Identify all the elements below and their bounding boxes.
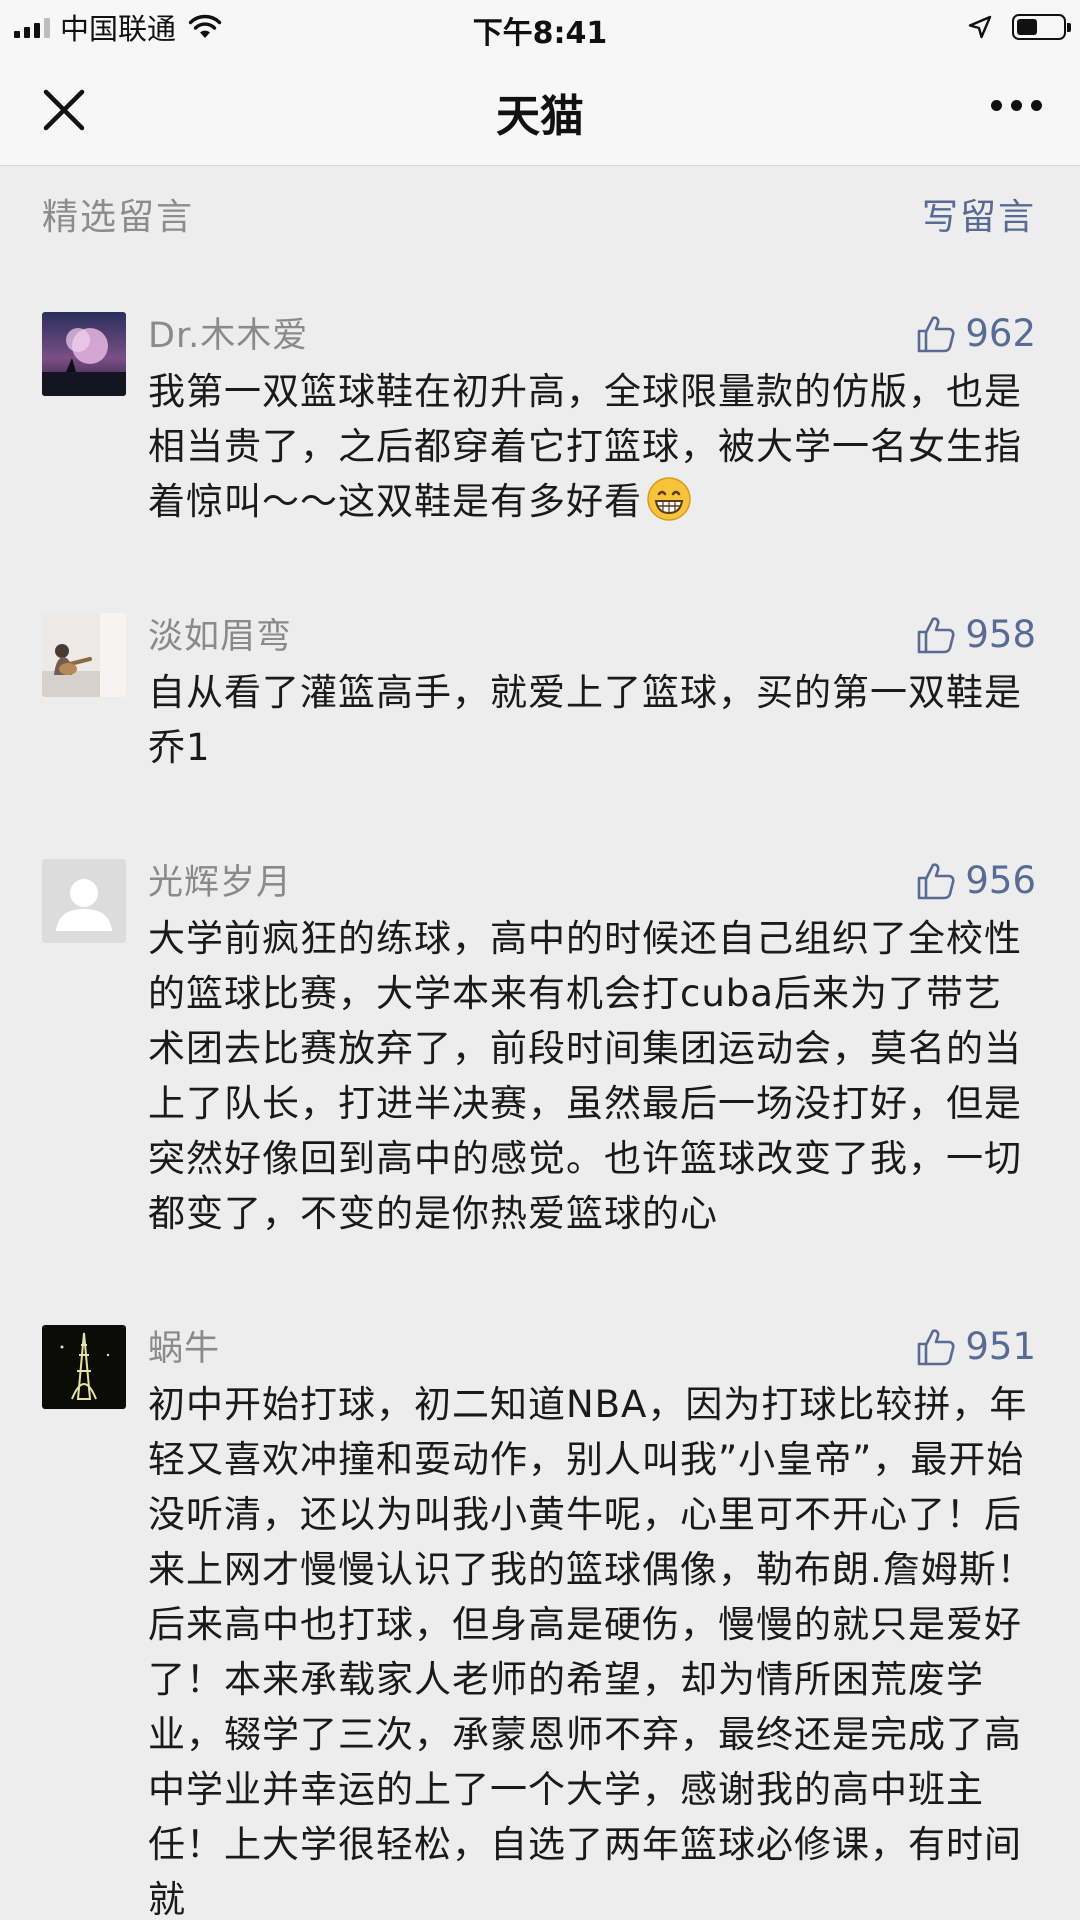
status-time: 下午8:41 xyxy=(472,16,608,51)
like-count: 958 xyxy=(965,613,1036,656)
avatar[interactable] xyxy=(42,312,126,396)
comment-header: 淡如眉弯 958 xyxy=(148,609,1036,665)
battery-level xyxy=(1017,19,1037,35)
like-button[interactable]: 951 xyxy=(915,1325,1036,1368)
thumbs-up-icon xyxy=(918,1328,955,1365)
comment-text: 大学前疯狂的练球，高中的时候还自己组织了全校性的篮球比赛，大学本来有机会打cub… xyxy=(148,917,1022,1235)
like-button[interactable]: 956 xyxy=(915,859,1036,902)
page-title: 天猫 xyxy=(496,91,584,142)
like-count: 951 xyxy=(965,1325,1036,1368)
comment-item: 蜗牛 951 初中开始打球，初二知道NBA，因为打球比较拼，年轻又喜欢冲撞和耍动… xyxy=(0,1321,1080,1920)
section-header: 精选留言 写留言 xyxy=(0,166,1080,266)
comment-author[interactable]: 光辉岁月 xyxy=(148,863,292,903)
thumbs-up-icon xyxy=(918,862,955,899)
more-options-icon[interactable] xyxy=(991,100,1042,111)
avatar[interactable] xyxy=(42,613,126,697)
comment-author[interactable]: Dr.木木爱 xyxy=(148,316,308,356)
comment-item: 光辉岁月 956 大学前疯狂的练球，高中的时候还自己组织了全校性的篮球比赛，大学… xyxy=(0,855,1080,1241)
like-count: 956 xyxy=(965,859,1036,902)
like-button[interactable]: 958 xyxy=(915,613,1036,656)
status-bar: 中国联通 下午8:41 xyxy=(0,0,1080,54)
like-button[interactable]: 962 xyxy=(915,312,1036,355)
comment-text: 我第一双篮球鞋在初升高，全球限量款的仿版，也是相当贵了，之后都穿着它打篮球，被大… xyxy=(148,364,1036,529)
comments-section: 精选留言 写留言 Dr.木木爱 962 我第一双篮球鞋在初升高，全球限量款的仿版… xyxy=(0,166,1080,1920)
comment-header: 蜗牛 951 xyxy=(148,1321,1036,1377)
avatar-image xyxy=(42,613,126,697)
avatar-image xyxy=(42,312,126,396)
avatar-image xyxy=(42,1325,126,1409)
comment-item: 淡如眉弯 958 自从看了灌篮高手，就爱上了篮球，买的第一双鞋是乔1 xyxy=(0,609,1080,775)
section-title: 精选留言 xyxy=(42,197,195,238)
avatar[interactable] xyxy=(42,1325,126,1409)
nav-bar: 天猫 xyxy=(0,54,1080,166)
comment-header: 光辉岁月 956 xyxy=(148,855,1036,911)
thumbs-up-icon xyxy=(918,315,955,352)
like-count: 962 xyxy=(965,312,1036,355)
comment-author[interactable]: 蜗牛 xyxy=(148,1329,220,1369)
comment-author[interactable]: 淡如眉弯 xyxy=(148,617,292,657)
comment-text-content: 我第一双篮球鞋在初升高，全球限量款的仿版，也是相当贵了，之后都穿着它打篮球，被大… xyxy=(148,370,1022,523)
comment-item: Dr.木木爱 962 我第一双篮球鞋在初升高，全球限量款的仿版，也是相当贵了，之… xyxy=(0,308,1080,529)
comment-text: 自从看了灌篮高手，就爱上了篮球，买的第一双鞋是乔1 xyxy=(148,671,1022,769)
battery-icon xyxy=(1012,14,1071,40)
grinning-face-icon xyxy=(647,477,691,521)
location-arrow-icon xyxy=(968,15,992,39)
avatar[interactable] xyxy=(42,859,126,943)
comment-header: Dr.木木爱 962 xyxy=(148,308,1036,364)
default-avatar-icon xyxy=(42,859,126,943)
status-right xyxy=(968,10,1071,44)
thumbs-up-icon xyxy=(918,616,955,653)
comment-text: 初中开始打球，初二知道NBA，因为打球比较拼，年轻又喜欢冲撞和耍动作，别人叫我”… xyxy=(148,1383,1035,1920)
write-comment-button[interactable]: 写留言 xyxy=(922,188,1036,240)
